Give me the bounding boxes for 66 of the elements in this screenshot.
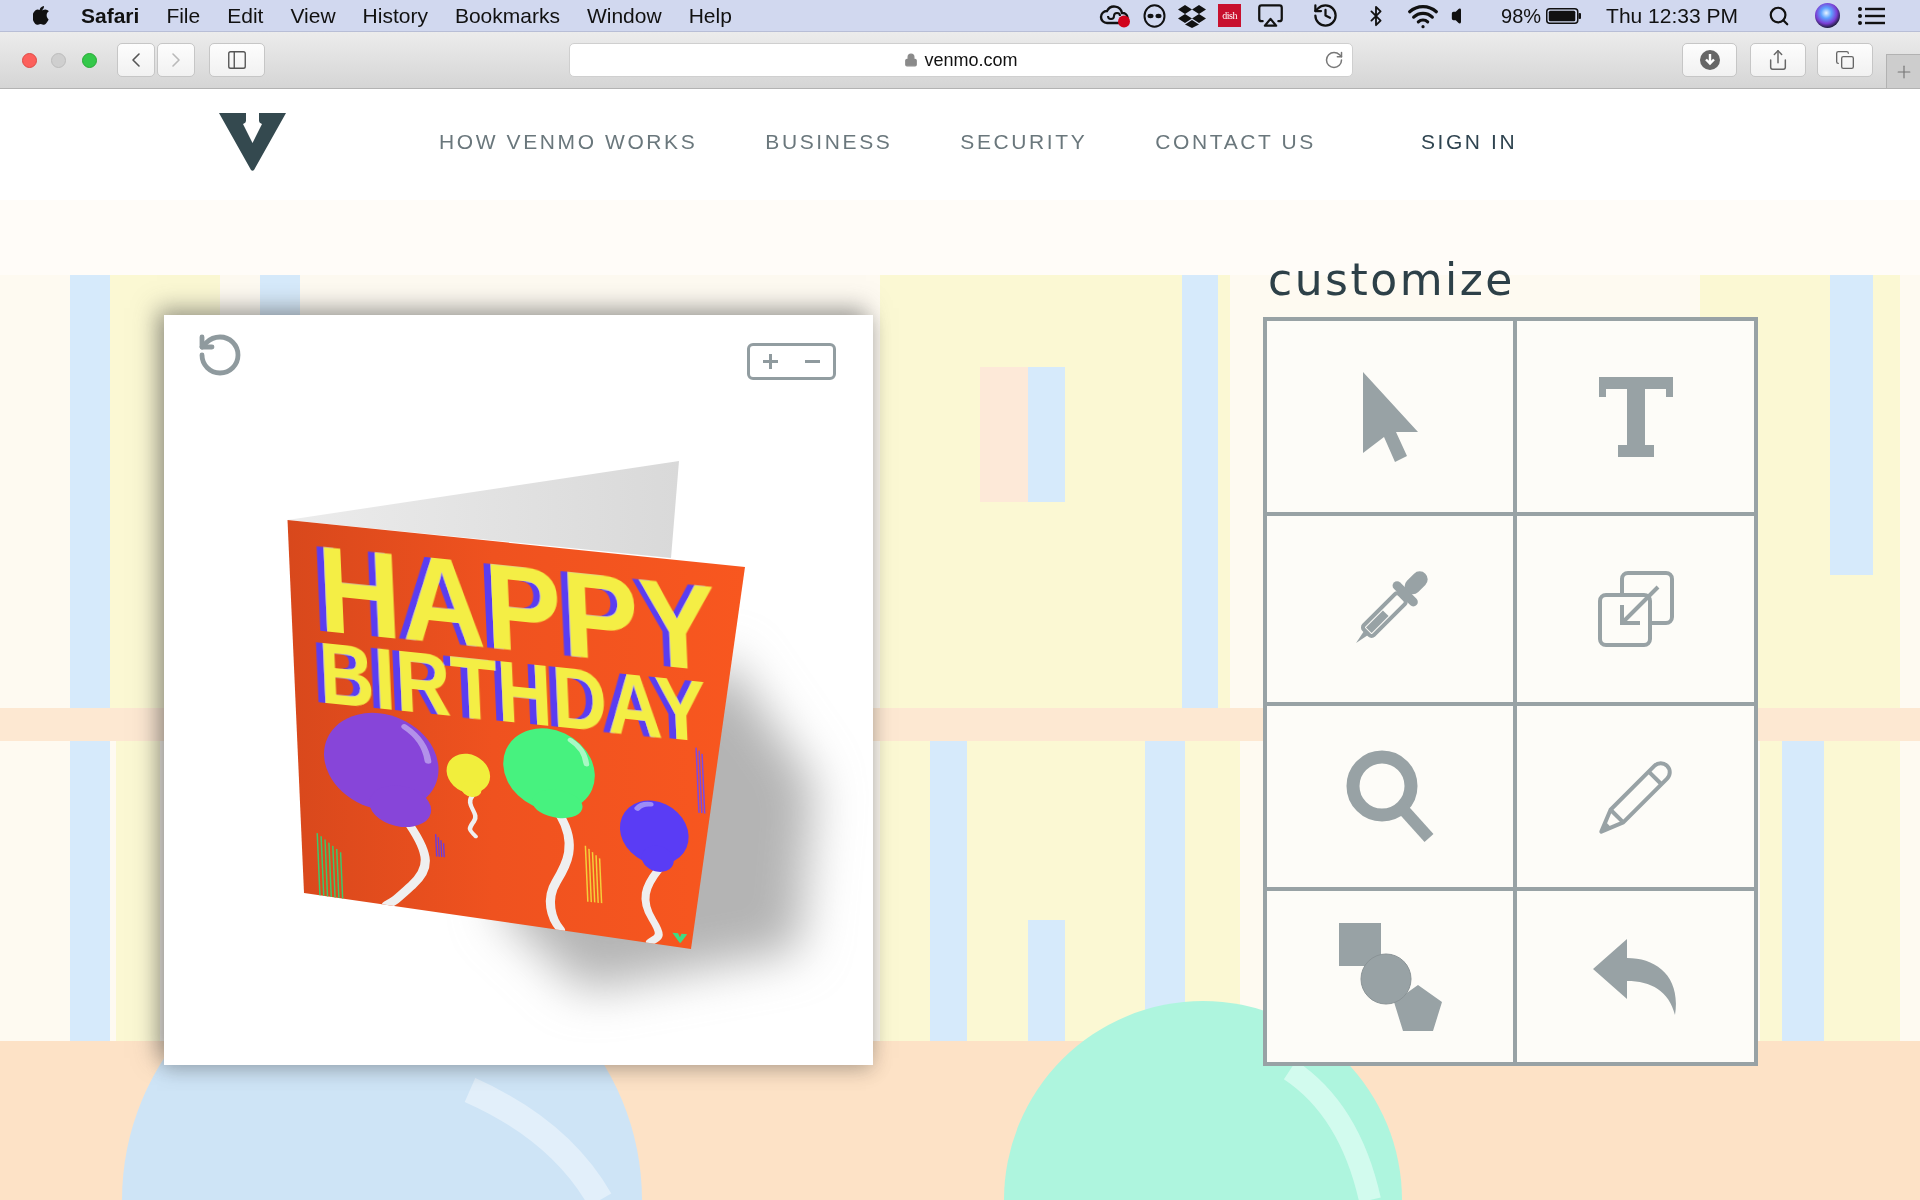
apple-logo-icon[interactable] [33, 6, 49, 25]
tool-button[interactable] [1517, 321, 1754, 512]
sidebar-button[interactable] [209, 43, 265, 77]
zoom-out-button[interactable] [804, 360, 820, 363]
text-icon [1598, 376, 1673, 457]
app-menu[interactable]: Safari [81, 3, 140, 28]
confetti-stripes [695, 746, 706, 815]
tabs-icon [1835, 50, 1855, 70]
pastel-stripe [260, 275, 300, 315]
nav-link[interactable]: BUSINESS [765, 129, 893, 154]
tool-button[interactable] [1267, 891, 1513, 1062]
cloud-icon[interactable] [1099, 3, 1132, 28]
share-icon [1767, 49, 1789, 71]
face-icon[interactable] [1143, 3, 1167, 28]
download-button[interactable] [1682, 43, 1737, 77]
tool-button[interactable] [1267, 706, 1513, 887]
battery-percent[interactable]: 98% [1501, 3, 1542, 28]
tool-button[interactable] [1517, 516, 1754, 702]
share-button[interactable] [1750, 43, 1806, 77]
address-field[interactable]: venmo.com [569, 43, 1353, 77]
tool-button[interactable] [1267, 321, 1513, 512]
diamond-boxes-icon[interactable] [1178, 3, 1207, 28]
nav-link[interactable]: CONTACT US [1155, 129, 1316, 154]
undo-icon [1592, 938, 1679, 1015]
nav-link[interactable]: SECURITY [960, 129, 1088, 154]
shapes-icon [1338, 922, 1442, 1031]
search-icon[interactable] [1768, 4, 1790, 27]
confetti-stripes [584, 845, 603, 904]
menu-item[interactable]: View [290, 3, 336, 28]
list-icon[interactable] [1858, 5, 1885, 26]
menu-item[interactable]: Bookmarks [454, 3, 560, 28]
tabs-button[interactable] [1817, 43, 1873, 77]
nav-link[interactable]: HOW VENMO WORKS [439, 129, 698, 154]
screen-arrow-icon[interactable] [1257, 2, 1285, 29]
menu-item[interactable]: Edit [227, 3, 264, 28]
plus-icon [763, 354, 779, 369]
sign-in-link[interactable]: SIGN IN [1420, 129, 1518, 154]
menu-item[interactable]: Window [586, 3, 662, 28]
menu-item[interactable]: Help [688, 3, 732, 28]
confetti-stripes [435, 833, 445, 858]
reload-icon [1324, 50, 1344, 70]
menu-clock[interactable]: Thu 12:33 PM [1606, 3, 1738, 28]
v-logo-icon[interactable] [219, 112, 286, 171]
zoom-in-button[interactable] [763, 354, 779, 369]
download-icon [1699, 50, 1720, 70]
search-icon [1346, 750, 1434, 843]
menu-item[interactable]: History [362, 3, 428, 28]
lock-icon [904, 53, 919, 67]
battery-icon[interactable] [1546, 7, 1582, 24]
close-button[interactable] [22, 52, 37, 68]
clock-arrow-icon[interactable] [1312, 2, 1340, 29]
tool-button[interactable] [1267, 516, 1513, 702]
pointer-icon [1362, 371, 1418, 462]
minus-icon [804, 360, 820, 363]
reload-button[interactable] [1324, 50, 1344, 70]
back-button[interactable] [117, 43, 155, 77]
confetti-stripes [316, 832, 344, 900]
customize-heading: customize [1268, 258, 1515, 302]
overlapping-squares-icon [1597, 571, 1674, 647]
tool-button[interactable] [1517, 891, 1754, 1062]
sidebar-icon [226, 49, 248, 71]
url-text: venmo.com [924, 49, 1018, 71]
v-logo-icon [672, 932, 688, 943]
app-badge[interactable]: dish [1218, 4, 1242, 27]
orb-icon[interactable] [1815, 3, 1840, 28]
menu-item[interactable]: File [166, 3, 201, 28]
